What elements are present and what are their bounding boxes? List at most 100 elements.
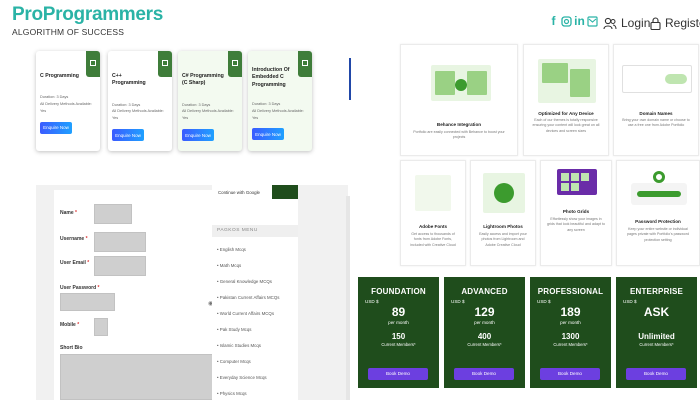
bio-label: Short Bio xyxy=(60,345,83,351)
course-duration: Duration: 3 Days xyxy=(182,102,211,107)
cart-badge[interactable] xyxy=(298,51,312,77)
menu-item[interactable]: • World Current Affairs MCQs xyxy=(217,311,274,316)
plan-members-label: Current Members* xyxy=(553,342,588,347)
feature-title: Password Protection xyxy=(635,219,681,224)
course-delivery: All Delivery Methods Available: Yes xyxy=(182,109,234,121)
instagram-icon[interactable] xyxy=(561,14,572,28)
course-card[interactable]: Introduction Of Embedded C Programming D… xyxy=(248,51,312,151)
menu-item[interactable]: • English Mcqs xyxy=(217,247,246,252)
facebook-icon[interactable]: f xyxy=(548,14,559,28)
plan-name: FOUNDATION xyxy=(371,287,426,296)
linkedin-icon[interactable]: in xyxy=(574,14,585,28)
book-demo-button[interactable]: Book Demo xyxy=(454,368,514,380)
photo-grid-illustration xyxy=(555,165,599,201)
plan-name: ENTERPRISE xyxy=(629,287,684,296)
feature-desc: Get access to thousands of fonts from Ad… xyxy=(410,232,456,247)
register-label: Register xyxy=(665,16,700,30)
plan-currency: USD $ xyxy=(365,299,379,304)
menu-heading: PAGKOS MENU xyxy=(212,225,298,237)
google-signin-text[interactable]: Continue with Google xyxy=(218,190,260,195)
book-demo-button[interactable]: Book Demo xyxy=(540,368,600,380)
username-label: Username * xyxy=(60,236,88,242)
login-link[interactable]: Login xyxy=(603,16,650,30)
menu-item[interactable]: • Pak Study Mcqs xyxy=(217,327,252,332)
course-card[interactable]: C++ Programming Duration: 3 Days All Del… xyxy=(108,51,172,151)
course-card[interactable]: C Programming Duration: 3 Days All Deliv… xyxy=(36,51,100,151)
username-field[interactable] xyxy=(94,232,146,252)
course-card[interactable]: C# Programming (C Sharp) Duration: 3 Day… xyxy=(178,51,242,151)
site-logo[interactable]: ProProgrammers ALGORITHM OF SUCCESS xyxy=(12,4,163,37)
menu-item[interactable]: • Computer Mcqs xyxy=(217,359,251,364)
mobile-label: Mobile * xyxy=(60,322,80,328)
cart-icon xyxy=(90,60,96,66)
cart-badge[interactable] xyxy=(228,51,242,77)
behance-illustration xyxy=(431,65,491,101)
domain-illustration xyxy=(622,65,692,93)
plan-period: per month xyxy=(560,320,581,325)
plan-currency: USD $ xyxy=(451,299,465,304)
lightroom-illustration xyxy=(483,173,525,213)
feature-desc: Keep your entire website or individual p… xyxy=(626,227,689,242)
email-field[interactable] xyxy=(94,256,146,276)
cart-badge[interactable] xyxy=(86,51,100,77)
cart-icon xyxy=(302,60,308,66)
course-delivery: All Delivery Methods Available: Yes xyxy=(252,108,304,120)
password-illustration xyxy=(631,171,687,205)
pricing-card: PROFESSIONAL USD $ 189 per month 1300 Cu… xyxy=(530,277,611,388)
plan-period: per month xyxy=(474,320,495,325)
plan-name: PROFESSIONAL xyxy=(537,287,604,296)
logo-subtitle: ALGORITHM OF SUCCESS xyxy=(12,27,125,37)
enquire-button[interactable]: Enquire Now xyxy=(252,128,284,141)
mail-icon[interactable] xyxy=(587,14,598,28)
bio-textarea[interactable] xyxy=(60,354,218,400)
feature-card: Domain Names Bring your own domain name … xyxy=(613,44,699,156)
book-demo-button[interactable]: Book Demo xyxy=(368,368,428,380)
course-cards: C Programming Duration: 3 Days All Deliv… xyxy=(36,44,312,154)
plan-members: 400 xyxy=(477,332,492,341)
menu-item[interactable]: • Everyday Science Mcqs xyxy=(217,375,267,380)
course-duration: Duration: 3 Days xyxy=(112,102,141,107)
plan-members-label: Current Members* xyxy=(639,342,674,347)
lock-icon xyxy=(650,16,661,30)
menu-item[interactable]: • Physics Mcqs xyxy=(217,391,247,396)
feature-title: Behance Integration xyxy=(436,122,482,127)
menu-item[interactable]: • General Knowledge MCQs xyxy=(217,279,272,284)
enquire-button[interactable]: Enquire Now xyxy=(182,129,214,142)
feature-title: Adobe Fonts xyxy=(418,224,448,229)
enquire-button[interactable]: Enquire Now xyxy=(40,121,72,134)
password-field[interactable] xyxy=(60,293,115,311)
mobile-field[interactable] xyxy=(94,318,108,336)
plan-period: per month xyxy=(388,320,409,325)
cart-badge[interactable] xyxy=(158,51,172,77)
name-field[interactable] xyxy=(94,204,132,224)
menu-item[interactable]: • Islamic Studies Mcqs xyxy=(217,343,261,348)
feature-title: Domain Names xyxy=(639,111,673,116)
plan-members: 1300 xyxy=(561,332,580,341)
enquire-button[interactable]: Enquire Now xyxy=(112,129,144,142)
feature-title: Photo Grids xyxy=(562,209,590,214)
menu-item[interactable]: • Pakistan Current Affairs MCQs xyxy=(217,295,279,300)
pricing-section: FOUNDATION USD $ 89 per month 150 Curren… xyxy=(352,270,700,400)
plan-price: 89 xyxy=(391,305,406,319)
feature-card: Adobe Fonts Get access to thousands of f… xyxy=(400,160,466,266)
feature-card: Behance Integration Portfolio are easily… xyxy=(400,44,518,156)
scrollbar[interactable] xyxy=(346,196,350,400)
book-demo-button[interactable]: Book Demo xyxy=(626,368,686,380)
signin-button[interactable] xyxy=(272,185,298,199)
side-menu: Continue with Google PAGKOS MENU • Engli… xyxy=(212,185,298,400)
course-delivery: All Delivery Methods Available: Yes xyxy=(40,102,92,113)
login-label: Login xyxy=(621,16,651,30)
feature-desc: Bring your own domain name or choose to … xyxy=(622,118,690,128)
plan-currency: USD $ xyxy=(537,299,551,304)
feature-title: Optimized for Any Device xyxy=(538,111,594,116)
register-link[interactable]: Register xyxy=(650,16,700,30)
pricing-card: ENTERPRISE USD $ ASK Unlimited Current M… xyxy=(616,277,697,388)
site-header: ProProgrammers ALGORITHM OF SUCCESS f in… xyxy=(0,0,700,44)
plan-members-label: Current Members* xyxy=(381,342,416,347)
plan-members: Unlimited xyxy=(638,332,675,341)
plan-name: ADVANCED xyxy=(461,287,508,296)
feature-card: Optimized for Any Device Each of our the… xyxy=(523,44,609,156)
social-links: f in xyxy=(548,14,598,28)
menu-item[interactable]: • Math Mcqs xyxy=(217,263,241,268)
cart-icon xyxy=(232,60,238,66)
